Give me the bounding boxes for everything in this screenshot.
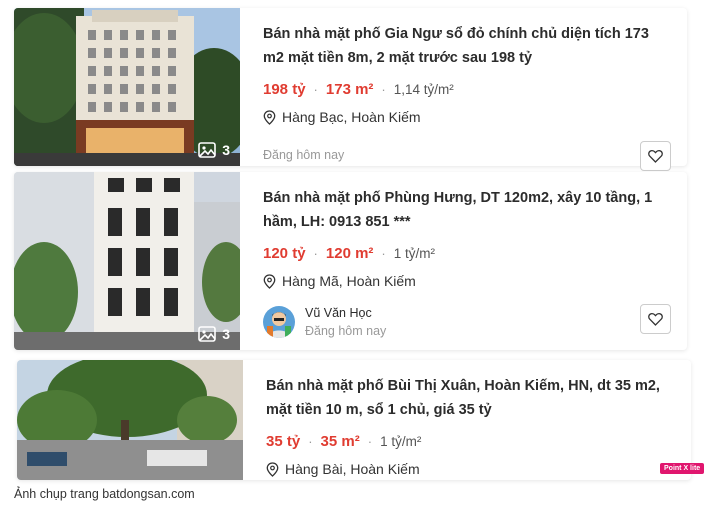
photo-count-value: 3 [222,142,230,158]
listing-card[interactable]: 3 Bán nhà mặt phố Phùng Hưng, DT 120m2, … [14,172,687,350]
listing-price: 198 tỷ [263,80,306,98]
location-pin-icon [263,109,276,125]
listing-photo[interactable]: 3 [14,172,240,350]
listing-title[interactable]: Bán nhà mặt phố Phùng Hưng, DT 120m2, xâ… [263,186,671,234]
separator-dot: · [381,245,386,261]
listing-location: Hàng Bài, Hoàn Kiếm [266,461,675,477]
separator-dot: · [367,433,373,449]
location-pin-icon [263,273,276,289]
listing-photo[interactable]: 3 [14,8,240,166]
image-icon [198,142,217,158]
separator-dot: · [313,81,318,97]
listing-area: 173 m² [325,80,374,98]
listing-location-text: Hàng Bạc, Hoàn Kiếm [282,109,421,125]
listing-area: 35 m² [320,432,360,450]
separator-dot: · [308,433,313,449]
listing-price-per-m2: 1,14 tỷ/m² [393,81,454,97]
listing-price-per-m2: 1 tỷ/m² [380,433,422,449]
listing-price: 35 tỷ [266,432,301,450]
avatar[interactable] [263,306,295,338]
listing-title[interactable]: Bán nhà mặt phố Bùi Thị Xuân, Hoàn Kiếm,… [266,374,675,422]
separator-dot: · [381,81,386,97]
photo-count: 3 [198,142,230,158]
agent-info[interactable]: Vũ Văn Học Đăng hôm nay [263,306,386,338]
favorite-button[interactable] [640,141,671,171]
listing-location-text: Hàng Bài, Hoàn Kiếm [285,461,420,477]
posted-time: Đăng hôm nay [263,148,345,162]
listing-card[interactable]: Bán nhà mặt phố Bùi Thị Xuân, Hoàn Kiếm,… [17,360,691,480]
photo-count-value: 3 [222,326,230,342]
listing-location: Hàng Bạc, Hoàn Kiếm [263,109,671,125]
listing-photo[interactable] [17,360,243,480]
listing-price-per-m2: 1 tỷ/m² [393,245,436,261]
listing-location-text: Hàng Mã, Hoàn Kiếm [282,273,416,289]
image-icon [198,326,217,342]
heart-icon [648,313,663,326]
listing-price: 120 tỷ [263,244,306,262]
separator-dot: · [313,245,318,261]
favorite-button[interactable] [640,304,671,334]
listing-title[interactable]: Bán nhà mặt phố Gia Ngư sổ đỏ chính chủ … [263,22,671,70]
location-pin-icon [266,461,279,477]
watermark-badge: Point X lite [660,463,705,474]
posted-time: Đăng hôm nay [305,324,387,338]
image-caption: Ảnh chụp trang batdongsan.com [14,487,195,501]
listing-location: Hàng Mã, Hoàn Kiếm [263,273,671,289]
photo-count: 3 [198,326,230,342]
agent-name[interactable]: Vũ Văn Học [305,306,386,320]
heart-icon [648,150,663,163]
listing-area: 120 m² [325,244,374,262]
listing-card[interactable]: 3 Bán nhà mặt phố Gia Ngư sổ đỏ chính ch… [14,8,687,171]
